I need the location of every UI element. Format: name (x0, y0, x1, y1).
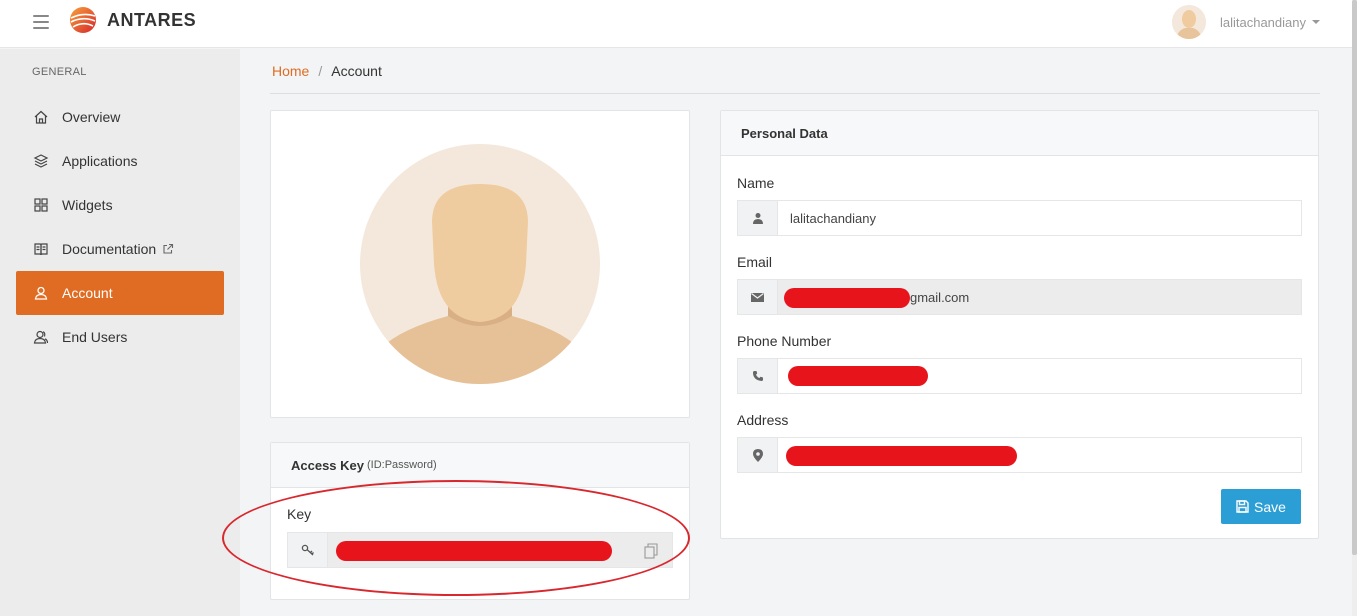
sidebar-item-label: Documentation (62, 241, 157, 257)
phone-icon (737, 358, 777, 394)
phone-label: Phone Number (737, 333, 832, 349)
map-pin-icon (737, 437, 777, 473)
sidebar: GENERAL Overview Applications Widgets Do… (0, 49, 240, 616)
sidebar-item-documentation[interactable]: Documentation (16, 227, 224, 271)
profile-avatar[interactable] (360, 144, 600, 384)
sidebar-item-overview[interactable]: Overview (16, 95, 224, 139)
profile-picture-card (270, 110, 690, 418)
save-label: Save (1254, 498, 1286, 515)
address-label: Address (737, 412, 789, 428)
personal-data-card: Personal Data Name lalitachandiany Email… (720, 110, 1319, 539)
sidebar-item-label: Account (62, 285, 113, 301)
sidebar-item-label: Overview (62, 109, 121, 125)
address-field (737, 437, 1302, 473)
redaction-mark (784, 288, 910, 308)
email-input[interactable]: gmail.com (777, 279, 1302, 315)
key-label: Key (287, 506, 312, 522)
name-label: Name (737, 175, 775, 191)
copy-icon[interactable] (642, 542, 660, 560)
key-field (287, 532, 673, 568)
hamburger-menu-icon[interactable] (33, 15, 49, 31)
sidebar-item-applications[interactable]: Applications (16, 139, 224, 183)
book-icon (33, 241, 49, 257)
access-key-title: Access Key (291, 457, 364, 473)
floppy-disk-icon (1236, 500, 1249, 513)
scrollbar-thumb[interactable] (1352, 0, 1357, 555)
access-key-subtitle: (ID:Password) (367, 459, 437, 471)
phone-field (737, 358, 1302, 394)
redaction-mark (788, 366, 928, 386)
home-icon (33, 109, 49, 125)
sidebar-item-label: End Users (62, 329, 128, 345)
email-field: gmail.com (737, 279, 1302, 315)
key-icon (287, 532, 327, 568)
save-button[interactable]: Save (1221, 489, 1301, 524)
sidebar-item-account[interactable]: Account (16, 271, 224, 315)
sidebar-heading: GENERAL (32, 66, 87, 78)
breadcrumb-current: Account (331, 63, 382, 79)
external-link-icon (163, 243, 174, 254)
personal-data-header: Personal Data (721, 111, 1318, 156)
name-field: lalitachandiany (737, 200, 1302, 236)
access-key-header: Access Key (ID:Password) (271, 443, 689, 488)
breadcrumb-divider (270, 93, 1320, 94)
email-suffix: gmail.com (910, 289, 970, 305)
user-avatar (1171, 5, 1206, 39)
sidebar-item-widgets[interactable]: Widgets (16, 183, 224, 227)
phone-input[interactable] (777, 358, 1302, 394)
breadcrumb-separator: / (318, 63, 323, 79)
antares-logo-icon[interactable] (69, 6, 97, 34)
address-input[interactable] (777, 437, 1302, 473)
breadcrumb-home-link[interactable]: Home (272, 63, 309, 79)
brand-name: ANTARES (107, 10, 197, 30)
chevron-down-icon (1312, 20, 1320, 24)
email-label: Email (737, 254, 773, 270)
layers-icon (33, 153, 49, 169)
user-icon (33, 285, 49, 301)
sidebar-item-end-users[interactable]: End Users (16, 315, 224, 359)
grid-icon (33, 197, 49, 213)
sidebar-item-label: Applications (62, 153, 138, 169)
key-value[interactable] (327, 532, 673, 568)
user-icon (737, 200, 777, 236)
sidebar-item-label: Widgets (62, 197, 113, 213)
user-menu[interactable]: lalitachandiany (1171, 4, 1320, 40)
envelope-icon (737, 279, 777, 315)
username: lalitachandiany (1219, 14, 1306, 30)
top-bar: ANTARES lalitachandiany (0, 0, 1357, 48)
access-key-card: Access Key (ID:Password) Key (270, 442, 690, 600)
redaction-mark (336, 541, 612, 561)
redaction-mark (786, 446, 1017, 466)
users-icon (33, 329, 49, 345)
breadcrumb: Home / Account (272, 63, 382, 79)
name-input[interactable]: lalitachandiany (777, 200, 1302, 236)
